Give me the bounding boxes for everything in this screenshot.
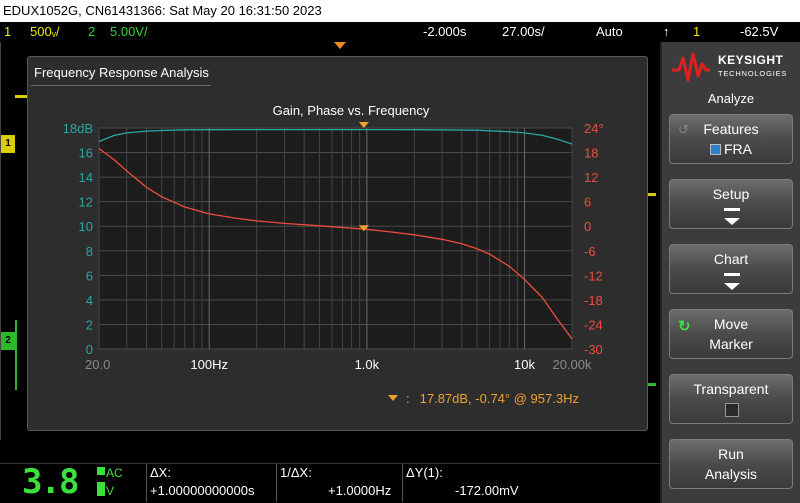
- ch1-trace-segment-right: [648, 193, 656, 196]
- fra-window[interactable]: Frequency Response Analysis Gain, Phase …: [27, 56, 648, 431]
- ch2-trace-segment-right: [648, 383, 656, 386]
- move-label: Move: [713, 316, 749, 332]
- y-right-tick-label: 0: [584, 219, 591, 234]
- y-right-tick-label: 6: [584, 195, 591, 210]
- x-tick-label: 20.00k: [552, 357, 592, 372]
- chart-softkey[interactable]: Chart: [669, 244, 793, 294]
- y-left-tick-label: 10: [79, 219, 93, 234]
- y-left-tick-label: 6: [86, 268, 93, 283]
- y-right-tick-label: 18: [584, 146, 598, 161]
- chart-title: Gain, Phase vs. Frequency: [273, 103, 430, 118]
- x-tick-label: 10k: [514, 357, 535, 372]
- y-right-tick-label: -18: [584, 293, 603, 308]
- y-left-tick-label: 14: [79, 170, 93, 185]
- marker-readout-value: 17.87dB, -0.74° @ 957.3Hz: [419, 391, 579, 406]
- keysight-wave-icon: [672, 52, 710, 82]
- marker-readout: :17.87dB, -0.74° @ 957.3Hz: [388, 391, 579, 406]
- y-left-tick-label: 16: [79, 146, 93, 161]
- panel-header: Analyze: [707, 91, 755, 106]
- ch2-number[interactable]: 2: [88, 22, 95, 42]
- scope-status-bar: 1 500ᵥ/ 2 5.00V/ -2.000s 27.00s/ Auto ↑ …: [0, 22, 800, 42]
- run-label: Run: [718, 446, 744, 462]
- dvm-channel-indicator: [97, 467, 105, 475]
- logo-text: KEYSIGHT: [718, 53, 784, 67]
- marker-top-triangle: [358, 122, 369, 128]
- trigger-position-marker[interactable]: [334, 42, 346, 49]
- y-right-tick-label: 12: [584, 170, 598, 185]
- y-left-tick-label: 12: [79, 195, 93, 210]
- plot-area: [98, 127, 573, 350]
- trigger-mode[interactable]: Auto: [596, 22, 623, 42]
- submenu-arrow-icon: [724, 277, 740, 293]
- delta-y-label: ΔY(1):: [406, 465, 443, 480]
- dvm-coupling: AC: [106, 466, 123, 480]
- y-right-tick-label: -30: [584, 342, 603, 357]
- y-right-tick-label: -24: [584, 317, 603, 332]
- x-tick-label: 100Hz: [190, 357, 228, 372]
- trigger-source[interactable]: 1: [693, 22, 700, 42]
- submenu-arrow-icon: [724, 212, 740, 228]
- inv-delta-x-value: +1.0000Hz: [328, 483, 392, 498]
- y-right-tick-label: -6: [584, 244, 596, 259]
- chart-label: Chart: [713, 251, 749, 267]
- delta-y-value: -172.00mV: [455, 483, 519, 498]
- features-label: Features: [703, 121, 759, 137]
- features-softkey[interactable]: ↺ Features FRA: [669, 114, 793, 164]
- y-left-tick-label: 0: [86, 342, 93, 357]
- transparent-softkey[interactable]: Transparent: [669, 374, 793, 424]
- delta-x-label: ΔX:: [150, 465, 171, 480]
- setup-label: Setup: [712, 186, 750, 202]
- fra-chart[interactable]: Gain, Phase vs. Frequency 18dB 16 14 12 10 8 6…: [28, 57, 649, 432]
- y-left-tick-label: 18dB: [63, 121, 93, 136]
- dvm-units: V: [106, 484, 115, 498]
- ch1-ground-marker[interactable]: 1: [1, 135, 15, 153]
- marker-readout-icon: [388, 395, 398, 401]
- y-right-tick-label: -12: [584, 268, 603, 283]
- x-tick-label: 1.0k: [355, 357, 380, 372]
- marker-label: Marker: [709, 336, 753, 352]
- move-marker-softkey[interactable]: ↻ Move Marker: [669, 309, 793, 359]
- y-left-tick-label: 4: [86, 293, 93, 308]
- ch1-trace-segment: [15, 95, 27, 98]
- y-left-tick-label: 8: [86, 244, 93, 259]
- features-value: FRA: [724, 141, 752, 157]
- transparent-label: Transparent: [693, 381, 769, 397]
- trigger-edge-icon: ↑: [663, 24, 670, 39]
- setup-softkey[interactable]: Setup: [669, 179, 793, 229]
- softkey-panel: KEYSIGHT TECHNOLOGIES Analyze ↺ Features…: [660, 42, 800, 503]
- window-title: EDUX1052G, CN61431366: Sat May 20 16:31:…: [3, 3, 322, 18]
- window-title-bar: EDUX1052G, CN61431366: Sat May 20 16:31:…: [0, 0, 800, 22]
- y-right-tick-label: 24°: [584, 121, 604, 136]
- fra-checkbox-icon: [710, 144, 721, 155]
- ch2-ground-marker[interactable]: 2: [1, 332, 15, 350]
- y-left-tick-label: 2: [86, 317, 93, 332]
- x-tick-label: 20.0: [85, 357, 110, 372]
- inv-delta-x-label: 1/ΔX:: [280, 465, 312, 480]
- ch1-number[interactable]: 1: [4, 22, 11, 42]
- ch1-scale[interactable]: 500ᵥ/: [30, 22, 59, 42]
- logo-subtext: TECHNOLOGIES: [718, 69, 788, 78]
- time-scale[interactable]: 27.00s/: [502, 22, 545, 42]
- time-offset[interactable]: -2.000s: [423, 22, 466, 42]
- dvm-units-indicator: [97, 482, 105, 496]
- ch2-scale[interactable]: 5.00V/: [110, 22, 148, 42]
- transparent-checkbox[interactable]: [725, 403, 739, 417]
- keysight-logo: KEYSIGHT TECHNOLOGIES: [670, 48, 796, 84]
- dvm-value: 3.8: [22, 462, 79, 502]
- run-analysis-softkey[interactable]: Run Analysis: [669, 439, 793, 489]
- trigger-level[interactable]: -62.5V: [740, 22, 778, 42]
- ch2-trace-segment: [15, 320, 17, 390]
- analysis-label: Analysis: [704, 466, 758, 482]
- delta-x-value: +1.00000000000s: [150, 483, 255, 498]
